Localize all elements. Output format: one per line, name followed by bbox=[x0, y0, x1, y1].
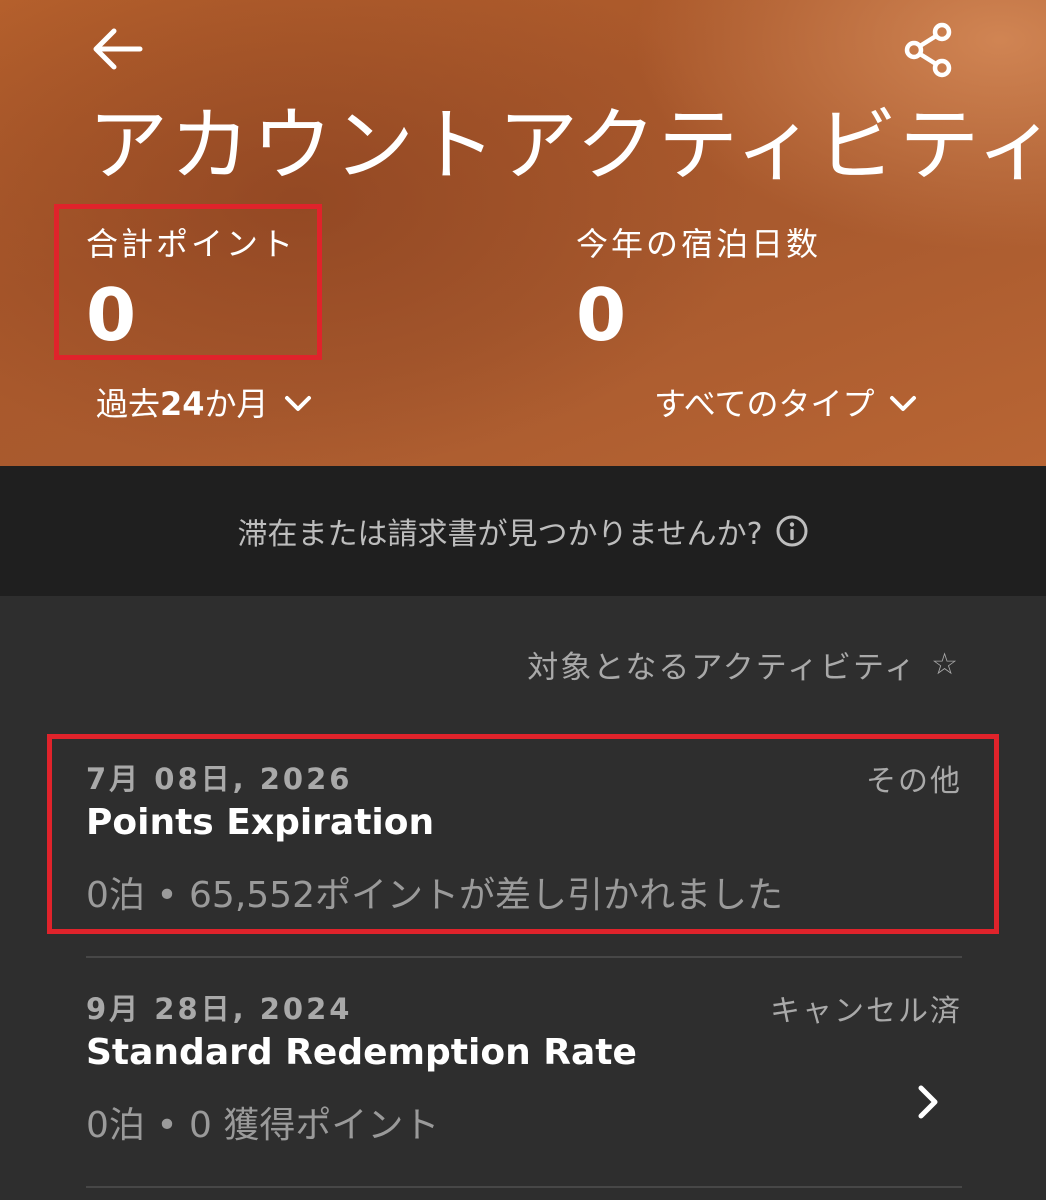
period-filter-prefix: 過去 bbox=[96, 385, 161, 423]
activity-date: 7月 08日, 2026 bbox=[86, 762, 353, 796]
activity-detail: 0泊 • 0 獲得ポイント bbox=[86, 1105, 440, 1146]
row-divider bbox=[86, 956, 962, 958]
activity-type: キャンセル済 bbox=[770, 994, 962, 1029]
qualifying-activity-text: 対象となるアクティビティ bbox=[527, 650, 918, 686]
type-filter-label: すべてのタイプ bbox=[654, 385, 875, 423]
type-filter-dropdown[interactable]: すべてのタイプ bbox=[654, 380, 918, 428]
qualifying-activity-label: 対象となるアクティビティ ☆ bbox=[527, 642, 960, 687]
activity-detail: 0泊 • 65,552ポイントが差し引かれました bbox=[86, 875, 783, 916]
period-filter-dropdown[interactable]: 過去 24 か月 bbox=[96, 380, 313, 428]
activity-row[interactable]: 7月 08日, 2026 その他 Points Expiration 0泊 • … bbox=[86, 756, 962, 916]
star-icon: ☆ bbox=[931, 647, 960, 682]
chevron-right-icon[interactable] bbox=[914, 1082, 944, 1122]
share-icon bbox=[904, 22, 952, 78]
page-title: アカウントアクティビティ bbox=[88, 99, 1046, 192]
chevron-down-icon bbox=[284, 396, 311, 411]
share-button[interactable] bbox=[900, 20, 960, 80]
nights-this-year-label: 今年の宿泊日数 bbox=[576, 225, 822, 263]
info-icon[interactable] bbox=[775, 514, 809, 548]
row-divider bbox=[86, 1186, 962, 1188]
account-header: アカウントアクティビティ 合計ポイント 0 今年の宿泊日数 0 過去 24 か月… bbox=[0, 0, 1046, 466]
nights-this-year-stat: 今年の宿泊日数 0 bbox=[576, 222, 821, 360]
missing-stay-notice-bar: 滞在または請求書が見つかりませんか? bbox=[0, 466, 1046, 596]
activity-title: Standard Redemption Rate bbox=[86, 1032, 637, 1073]
back-button[interactable] bbox=[88, 26, 148, 72]
chevron-down-icon bbox=[890, 396, 917, 411]
arrow-left-icon bbox=[93, 28, 143, 70]
points-highlight-box bbox=[54, 204, 322, 360]
activity-row[interactable]: 9月 28日, 2024 キャンセル済 Standard Redemption … bbox=[86, 986, 962, 1146]
missing-stay-text: 滞在または請求書が見つかりませんか? bbox=[237, 517, 763, 552]
nights-this-year-value: 0 bbox=[576, 273, 627, 357]
missing-stay-link[interactable]: 滞在または請求書が見つかりませんか? bbox=[237, 509, 808, 553]
activity-date: 9月 28日, 2024 bbox=[86, 992, 353, 1026]
period-filter-number: 24 bbox=[160, 385, 205, 423]
activity-title: Points Expiration bbox=[86, 802, 435, 843]
period-filter-suffix: か月 bbox=[204, 385, 269, 423]
activity-type: その他 bbox=[866, 764, 962, 799]
